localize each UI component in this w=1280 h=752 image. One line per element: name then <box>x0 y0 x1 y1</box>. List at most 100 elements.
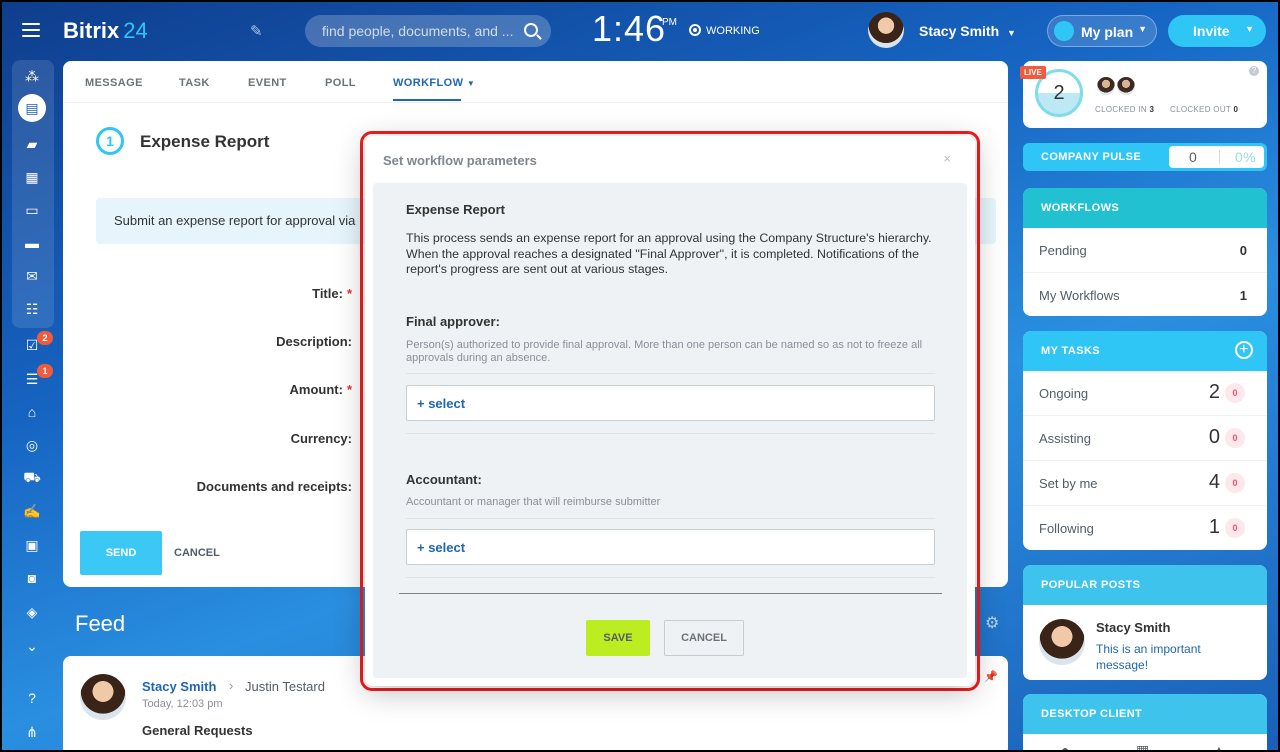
user-menu[interactable]: Stacy Smith ▼ <box>868 12 1016 53</box>
info-text: Submit an expense report for approval vi… <box>114 213 356 228</box>
form-title: Expense Report <box>140 132 270 151</box>
tab-workflow[interactable]: WORKFLOW ▼ <box>393 77 475 89</box>
rocket-icon <box>1054 21 1074 41</box>
pulse-values: 0 0% <box>1169 146 1264 168</box>
groups-icon[interactable]: ☷ <box>22 299 42 319</box>
invite-button[interactable]: Invite ▼ <box>1168 15 1266 47</box>
work-status[interactable]: WORKING <box>689 24 760 37</box>
currency-label: Currency: <box>290 431 352 446</box>
list-item[interactable]: My Workflows 1 <box>1023 273 1267 316</box>
cancel-button[interactable]: CANCEL <box>174 547 220 559</box>
company-pulse[interactable]: COMPANY PULSE 0 0% <box>1023 143 1267 171</box>
chevron-down-icon: ▼ <box>466 79 476 88</box>
desktop-header: DESKTOP CLIENT <box>1023 694 1267 734</box>
messenger-icon[interactable]: ▰ <box>22 134 42 154</box>
add-task-icon[interactable]: + <box>1235 341 1253 359</box>
clock-time[interactable]: 1:46 <box>592 8 666 50</box>
tab-event[interactable]: EVENT <box>248 77 287 89</box>
post-title: General Requests <box>142 723 253 738</box>
avatar[interactable] <box>1039 619 1085 665</box>
avatar[interactable] <box>1095 75 1117 97</box>
workflows-widget: WORKFLOWS Pending 0 My Workflows 1 <box>1023 188 1267 316</box>
pin-icon[interactable]: 📌 <box>984 670 998 683</box>
cancel-button[interactable]: CANCEL <box>664 620 744 656</box>
save-button[interactable]: SAVE <box>586 620 650 656</box>
divider <box>406 433 935 434</box>
robot-icon[interactable]: ◙ <box>22 568 42 588</box>
avatar[interactable] <box>80 674 126 720</box>
apple-icon[interactable]: ● <box>1061 742 1069 752</box>
description-label: Description: <box>276 334 352 349</box>
contacts-icon[interactable]: ▣ <box>22 535 42 555</box>
popular-post[interactable]: Stacy Smith This is an important message… <box>1023 605 1267 680</box>
box-icon[interactable]: ◈ <box>22 602 42 622</box>
documents-label: Documents and receipts: <box>196 479 352 494</box>
divider <box>406 577 935 578</box>
tab-task[interactable]: TASK <box>179 77 210 89</box>
chevron-down-icon: ▼ <box>1007 28 1016 38</box>
gear-icon[interactable]: ⚙ <box>985 613 999 633</box>
windows-icon[interactable]: ▦ <box>1136 742 1149 752</box>
search-icon[interactable] <box>524 23 538 37</box>
list-item[interactable]: Set by me 4 0 <box>1023 461 1267 506</box>
close-icon[interactable]: × <box>943 151 951 166</box>
help-icon[interactable]: ? <box>22 688 42 708</box>
structure-icon[interactable]: ⋔ <box>22 722 42 742</box>
record-icon <box>689 24 701 36</box>
popular-posts-widget: POPULAR POSTS Stacy Smith This is an imp… <box>1023 565 1267 680</box>
list-item[interactable]: Ongoing 2 0 <box>1023 371 1267 416</box>
send-button[interactable]: SEND <box>80 531 162 575</box>
list-item[interactable]: Assisting 0 0 <box>1023 416 1267 461</box>
search-input[interactable]: find people, documents, and ... <box>305 15 551 47</box>
process-name: Expense Report <box>406 202 505 217</box>
step-icon: 1 <box>96 127 124 155</box>
edit-pencil-icon[interactable]: ✎ <box>250 22 263 40</box>
avatar[interactable] <box>1115 75 1137 97</box>
crm-badge: 1 <box>37 364 53 378</box>
accountant-select[interactable]: + select <box>406 529 935 565</box>
sign-icon[interactable]: ✍ <box>22 501 42 521</box>
clocked-out-stat: CLOCKED OUT 0 <box>1170 105 1239 114</box>
left-sidebar: ⁂ ▤ ▰ ▦ ▭ ▬ ✉ ☷ ☑ 2 ☰ 1 ⌂ ◎ ⛟ ✍ ▣ ◙ ◈ ⌄ … <box>0 58 64 752</box>
feed-icon[interactable]: ⁂ <box>22 66 42 86</box>
avatar <box>868 12 904 48</box>
tab-poll[interactable]: POLL <box>325 77 356 89</box>
documents-icon[interactable]: ▭ <box>22 200 42 220</box>
tasks-widget: MY TASKS + Ongoing 2 0 Assisting 0 0 Set by m… <box>1023 331 1267 550</box>
feed-title: Feed <box>75 611 126 636</box>
tasks-header: MY TASKS + <box>1023 331 1267 371</box>
calendar-icon[interactable]: ▦ <box>22 167 42 187</box>
linux-icon[interactable]: ▲ <box>1212 742 1226 752</box>
accountant-label: Accountant: <box>406 472 482 487</box>
logo[interactable]: Bitrix 24 <box>63 18 148 44</box>
menu-icon[interactable] <box>22 23 40 37</box>
clock-ampm: PM <box>662 17 677 28</box>
dialog-body: Expense Report This process sends an exp… <box>373 183 967 678</box>
help-icon[interactable]: ? <box>1249 66 1259 76</box>
popular-header: POPULAR POSTS <box>1023 565 1267 605</box>
chevron-down-icon: ▼ <box>1245 24 1254 34</box>
shop-icon[interactable]: ⛟ <box>22 468 42 488</box>
mail-icon[interactable]: ✉ <box>22 266 42 286</box>
popular-author[interactable]: Stacy Smith <box>1096 620 1170 635</box>
process-description: This process sends an expense report for… <box>406 231 932 276</box>
post-author[interactable]: Stacy Smith <box>142 679 216 694</box>
popular-text[interactable]: This is an important message! <box>1096 641 1226 673</box>
list-item[interactable]: Following 1 0 <box>1023 506 1267 550</box>
post-recipient[interactable]: Justin Testard <box>245 679 325 694</box>
my-plan-button[interactable]: My plan ▼ <box>1047 15 1157 47</box>
post-time: Today, 12:03 pm <box>142 698 223 710</box>
news-icon[interactable]: ▤ <box>18 94 46 122</box>
drive-icon[interactable]: ▬ <box>22 233 42 253</box>
final-approver-select[interactable]: + select <box>406 385 935 421</box>
top-bar: Bitrix 24 ✎ find people, documents, and .… <box>0 0 1280 60</box>
accountant-help: Accountant or manager that will reimburs… <box>406 496 661 508</box>
workflows-header: WORKFLOWS <box>1023 188 1267 228</box>
company-icon[interactable]: ⌂ <box>22 402 42 422</box>
more-icon[interactable]: ⌄ <box>22 636 42 656</box>
list-item[interactable]: Pending 0 <box>1023 228 1267 273</box>
divider <box>406 373 935 374</box>
tab-message[interactable]: MESSAGE <box>85 77 143 89</box>
target-icon[interactable]: ◎ <box>22 435 42 455</box>
user-name: Stacy Smith <box>919 23 1000 39</box>
